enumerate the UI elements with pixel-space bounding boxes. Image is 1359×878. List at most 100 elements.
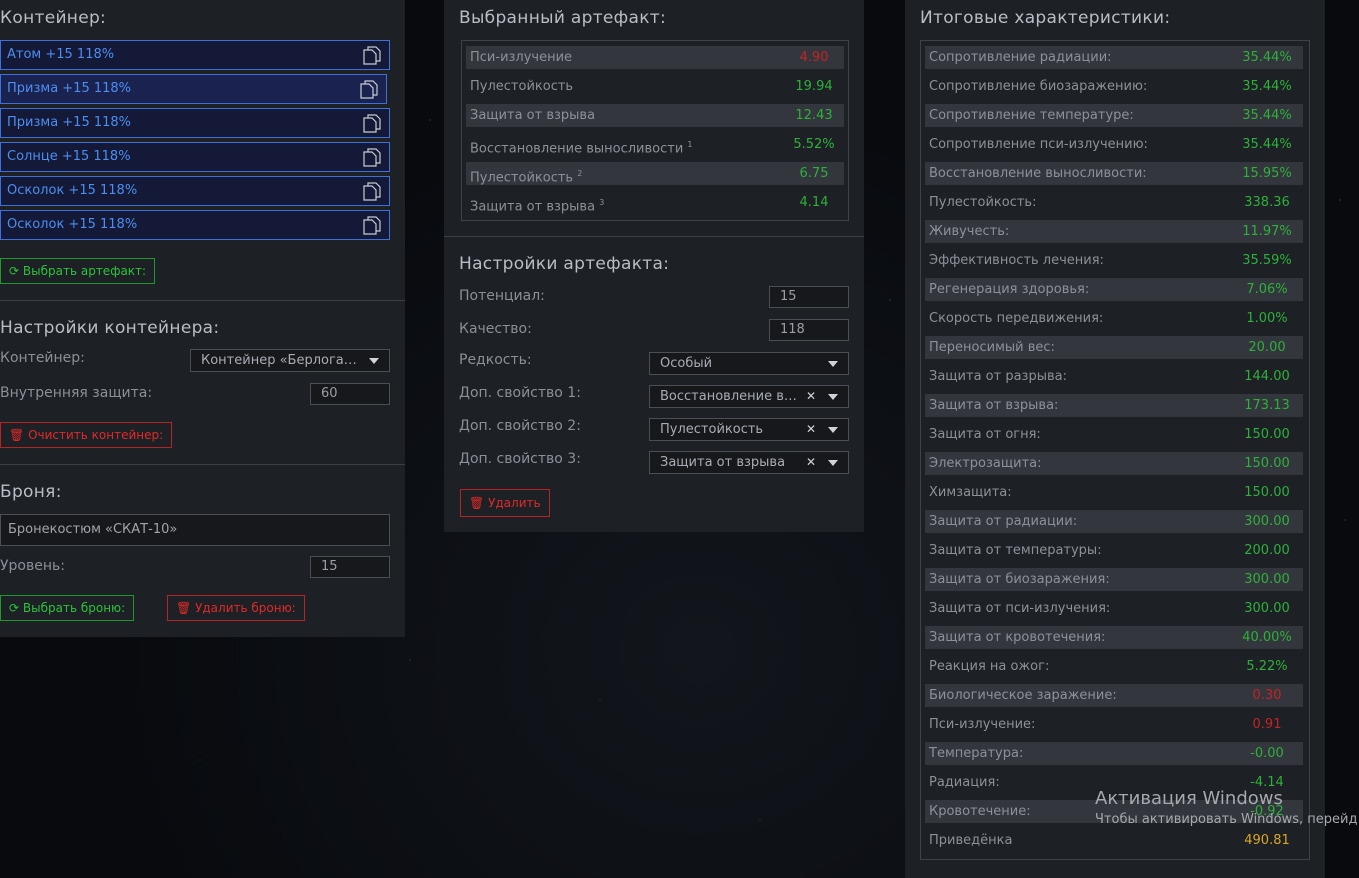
container-select[interactable]: Контейнер «Берлога… [190, 349, 390, 372]
delete-armor-button[interactable]: 🗑 Удалить броню: [167, 595, 305, 621]
chevron-down-icon [828, 460, 838, 466]
stat-name: Сопротивление пси-излучению: [929, 137, 1148, 152]
stat-value: 35.44% [1242, 79, 1292, 94]
chevron-down-icon [828, 361, 838, 367]
stat-name: Сопротивление биозаражению: [929, 79, 1148, 94]
extra1-label: Доп. свойство 1: [459, 385, 581, 401]
table-row: Электрозащита: 150.00 [925, 452, 1303, 475]
stat-value: 35.44% [1242, 137, 1292, 152]
copy-icon[interactable] [363, 148, 381, 167]
stat-value: 15.95% [1242, 166, 1292, 181]
chevron-down-icon [828, 427, 838, 433]
armor-title: Броня: [0, 482, 62, 502]
copy-icon[interactable] [363, 46, 381, 65]
container-slot[interactable]: Призма +15 118% [0, 108, 390, 138]
table-row: Скорость передвижения: 1.00% [925, 307, 1303, 330]
container-slot[interactable]: Осколок +15 118% [0, 210, 390, 240]
quality-input[interactable]: 118 [769, 319, 849, 341]
stat-name: Скорость передвижения: [929, 311, 1104, 326]
clear-icon[interactable]: ✕ [806, 386, 816, 407]
choose-artifact-button[interactable]: ⟳ Выбрать артефакт: [0, 258, 156, 284]
armor-level-input[interactable]: 15 [310, 556, 390, 578]
copy-icon[interactable] [363, 216, 381, 235]
extra2-label: Доп. свойство 2: [459, 418, 581, 434]
delete-artifact-button[interactable]: 🗑 Удалить [460, 489, 550, 517]
slot-label: Призма +15 118% [7, 81, 132, 96]
copy-icon[interactable] [360, 80, 378, 99]
potential-input[interactable]: 15 [769, 286, 849, 308]
table-row: Эффективность лечения: 35.59% [925, 249, 1303, 272]
container-slot[interactable]: Солнце +15 118% [0, 142, 390, 172]
clear-icon[interactable]: ✕ [806, 452, 816, 473]
stat-name: Химзащита: [929, 485, 1012, 500]
copy-icon[interactable] [363, 114, 381, 133]
slot-label: Атом +15 118% [7, 47, 115, 62]
stat-value: 0.30 [1252, 688, 1282, 703]
table-row: Сопротивление температуре: 35.44% [925, 104, 1303, 127]
slot-label: Осколок +15 118% [7, 217, 138, 232]
stat-value: 0.91 [1252, 717, 1282, 732]
inner-protection-input[interactable]: 60 [310, 383, 390, 405]
table-row: Сопротивление пси-излучению: 35.44% [925, 133, 1303, 156]
extra1-select[interactable]: Восстановление в… ✕ [649, 385, 849, 408]
container-panel: Контейнер: Атом +15 118% Призма +15 118%… [0, 0, 405, 637]
artifact-stats-table: Пси-излучение 4.90 Пулестойкость 19.94 З… [461, 40, 849, 221]
extra2-select[interactable]: Пулестойкость ✕ [649, 418, 849, 441]
container-slot[interactable]: Призма +15 118% [0, 74, 387, 104]
clear-container-button[interactable]: 🗑 Очистить контейнер: [0, 422, 173, 448]
stat-name: Сопротивление температуре: [929, 108, 1134, 123]
stat-name: Живучесть: [929, 224, 1010, 239]
table-row: Пулестойкость 2 6.75 [466, 162, 844, 185]
summary-stats-table: Сопротивление радиации: 35.44% Сопротивлен… [920, 40, 1310, 860]
container-slot[interactable]: Осколок +15 118% [0, 176, 390, 206]
table-row: Переносимый вес: 20.00 [925, 336, 1303, 359]
armor-field[interactable]: Бронекостюм «СКАТ-10» [0, 514, 390, 546]
stat-value: 144.00 [1244, 369, 1290, 384]
table-row: Химзащита: 150.00 [925, 481, 1303, 504]
choose-armor-button[interactable]: ⟳ Выбрать броню: [0, 595, 135, 621]
table-row: Живучесть: 11.97% [925, 220, 1303, 243]
stat-value: 173.13 [1244, 398, 1290, 413]
container-label: Контейнер: [0, 350, 85, 366]
trash-icon: 🗑 [9, 428, 25, 442]
stat-name: Кровотечение: [929, 804, 1031, 819]
rarity-select[interactable]: Особый [649, 352, 849, 375]
table-row: Восстановление выносливости: 15.95% [925, 162, 1303, 185]
stat-value: 35.59% [1242, 253, 1292, 268]
table-row: Пулестойкость 19.94 [470, 79, 833, 94]
stat-value: 200.00 [1244, 543, 1290, 558]
potential-label: Потенциал: [459, 288, 545, 304]
artifact-settings-title: Настройки артефакта: [459, 254, 670, 274]
stat-name: Защита от радиации: [929, 514, 1078, 529]
container-settings-title: Настройки контейнера: [0, 318, 220, 338]
divider [0, 464, 405, 465]
armor-level-label: Уровень: [0, 558, 65, 574]
table-row: Защита от взрыва: 173.13 [925, 394, 1303, 417]
container-slot[interactable]: Атом +15 118% [0, 40, 390, 70]
copy-icon[interactable] [363, 182, 381, 201]
slot-label: Осколок +15 118% [7, 183, 138, 198]
clear-icon[interactable]: ✕ [806, 419, 816, 440]
table-row: Защита от кровотечения: 40.00% [925, 626, 1303, 649]
stat-value: -0.00 [1250, 746, 1284, 761]
stat-name: Защита от разрыва: [929, 369, 1067, 384]
stat-value: 35.44% [1242, 108, 1292, 123]
artifact-panel: Выбранный артефакт: Пси-излучение 4.90 П… [444, 0, 864, 532]
stat-value: 40.00% [1242, 630, 1292, 645]
stat-value: 7.06% [1246, 282, 1288, 297]
stat-name: Защита от температуры: [929, 543, 1102, 558]
chevron-down-icon [828, 394, 838, 400]
table-row: Защита от разрыва: 144.00 [925, 365, 1303, 388]
stat-value: 11.97% [1242, 224, 1292, 239]
slot-label: Призма +15 118% [7, 115, 132, 130]
table-row: Приведёнка 490.81 [925, 829, 1303, 852]
extra3-select[interactable]: Защита от взрыва ✕ [649, 451, 849, 474]
table-row: Сопротивление биозаражению: 35.44% [925, 75, 1303, 98]
windows-activation-title: Активация Windows [1095, 788, 1283, 809]
table-row: Сопротивление радиации: 35.44% [925, 46, 1303, 69]
table-row: Защита от радиации: 300.00 [925, 510, 1303, 533]
stat-value: 150.00 [1244, 485, 1290, 500]
stat-name: Эффективность лечения: [929, 253, 1104, 268]
artifact-title: Выбранный артефакт: [459, 8, 667, 28]
stat-name: Защита от взрыва: [929, 398, 1059, 413]
